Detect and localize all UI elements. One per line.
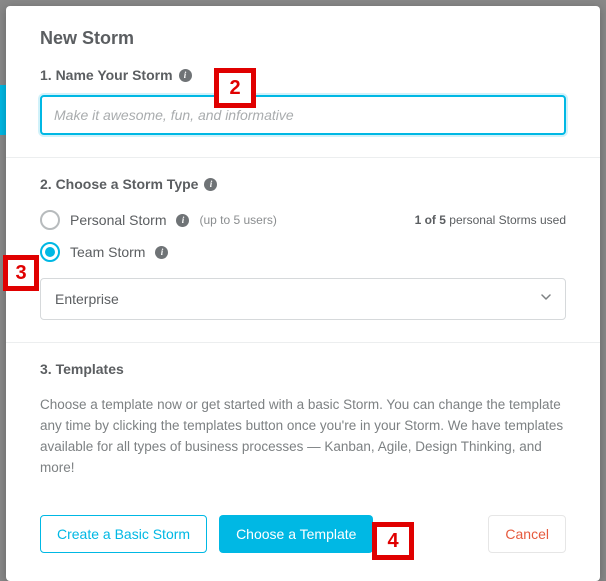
- personal-note: (up to 5 users): [199, 213, 276, 227]
- personal-usage-suffix: personal Storms used: [446, 213, 566, 227]
- info-icon[interactable]: i: [155, 246, 168, 259]
- info-icon[interactable]: i: [204, 178, 217, 191]
- section-2-text: 2. Choose a Storm Type: [40, 176, 198, 192]
- team-select-wrap: Enterprise: [40, 278, 566, 320]
- team-select[interactable]: Enterprise: [40, 278, 566, 320]
- modal-footer: Create a Basic Storm Choose a Template C…: [6, 501, 600, 573]
- create-basic-storm-button[interactable]: Create a Basic Storm: [40, 515, 207, 553]
- callout-3: 3: [3, 255, 39, 291]
- callout-2: 2: [214, 68, 256, 108]
- radio-personal-row[interactable]: Personal Storm i (up to 5 users) 1 of 5 …: [40, 204, 566, 236]
- section-2-label: 2. Choose a Storm Type i: [40, 176, 217, 192]
- radio-team-row[interactable]: Team Storm i: [40, 236, 566, 268]
- radio-team-label: Team Storm: [70, 244, 145, 260]
- callout-4: 4: [372, 522, 414, 560]
- info-icon[interactable]: i: [179, 69, 192, 82]
- modal-title: New Storm: [40, 28, 566, 49]
- section-storm-type: 2. Choose a Storm Type i Personal Storm …: [6, 158, 600, 343]
- modal-header: New Storm: [6, 6, 600, 49]
- personal-usage: 1 of 5 personal Storms used: [415, 213, 566, 227]
- personal-usage-count: 1 of 5: [415, 213, 446, 227]
- chevron-down-icon: [541, 294, 551, 304]
- new-storm-modal: New Storm 1. Name Your Storm i 2. Choose…: [6, 6, 600, 581]
- radio-personal-label: Personal Storm: [70, 212, 166, 228]
- storm-name-input[interactable]: [40, 95, 566, 135]
- section-1-label: 1. Name Your Storm i: [40, 67, 192, 83]
- cancel-button[interactable]: Cancel: [488, 515, 566, 553]
- team-select-value: Enterprise: [55, 291, 119, 307]
- choose-template-button[interactable]: Choose a Template: [219, 515, 373, 553]
- section-3-label: 3. Templates: [40, 361, 124, 377]
- section-1-text: 1. Name Your Storm: [40, 67, 173, 83]
- radio-team[interactable]: [40, 242, 60, 262]
- info-icon[interactable]: i: [176, 214, 189, 227]
- templates-description: Choose a template now or get started wit…: [40, 395, 566, 479]
- radio-personal[interactable]: [40, 210, 60, 230]
- section-templates: 3. Templates Choose a template now or ge…: [6, 343, 600, 501]
- section-name-storm: 1. Name Your Storm i: [6, 49, 600, 158]
